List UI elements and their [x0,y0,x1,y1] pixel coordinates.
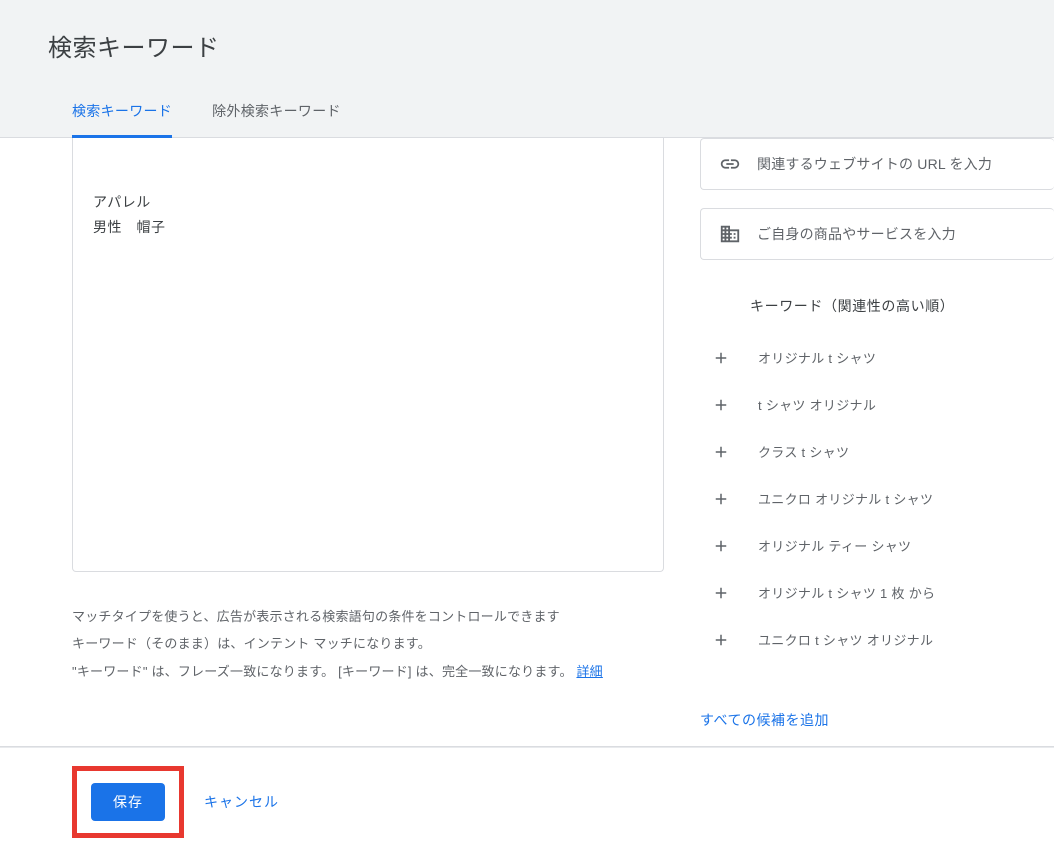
right-column: 関連するウェブサイトの URL を入力 ご自身の商品やサービスを入力 キーワード… [700,138,1054,746]
url-input-placeholder: 関連するウェブサイトの URL を入力 [757,154,992,174]
tabs: 検索キーワード 除外検索キーワード [0,73,1054,138]
save-button[interactable]: 保存 [91,783,165,821]
suggestion-item[interactable]: オリジナル t シャツ 1 枚 から [700,569,1054,616]
suggestion-item[interactable]: オリジナル ティー シャツ [700,522,1054,569]
plus-icon [712,349,730,367]
save-highlight: 保存 [72,766,184,838]
help-line-3: "キーワード" は、フレーズ一致になります。 [キーワード] は、完全一致になり… [72,664,573,679]
product-input-placeholder: ご自身の商品やサービスを入力 [757,224,956,244]
plus-icon [712,443,730,461]
plus-icon [712,631,730,649]
suggestion-label: クラス t シャツ [758,442,849,461]
suggestion-item[interactable]: ユニクロ オリジナル t シャツ [700,475,1054,522]
link-icon [719,153,741,175]
page-header: 検索キーワード [0,0,1054,73]
help-link[interactable]: 詳細 [576,658,602,685]
product-input-row[interactable]: ご自身の商品やサービスを入力 [700,208,1054,260]
plus-icon [712,490,730,508]
plus-icon [712,584,730,602]
tab-search-keywords[interactable]: 検索キーワード [72,101,172,138]
domain-icon [719,223,741,245]
add-all-link[interactable]: すべての候補を追加 [700,690,1054,746]
suggestion-item[interactable]: ユニクロ t シャツ オリジナル [700,616,1054,663]
footer: 保存 キャンセル [0,747,1054,862]
suggestion-item[interactable]: クラス t シャツ [700,428,1054,475]
cancel-button[interactable]: キャンセル [204,792,279,812]
suggestion-label: オリジナル t シャツ [758,348,876,367]
keywords-textarea[interactable] [72,138,664,572]
suggestion-list: オリジナル t シャツ t シャツ オリジナルクラス t シャツユニクロ オリジナ… [700,334,1054,690]
left-column: マッチタイプを使うと、広告が表示される検索語句の条件をコントロールできます キー… [0,138,680,746]
suggestion-item[interactable]: オリジナル t シャツ [700,334,1054,381]
suggestion-item[interactable]: t シャツ オリジナル [700,381,1054,428]
page-title: 検索キーワード [48,28,1006,63]
suggestions-title: キーワード（関連性の高い順） [700,278,1054,334]
help-text: マッチタイプを使うと、広告が表示される検索語句の条件をコントロールできます キー… [72,603,664,685]
content-panel: マッチタイプを使うと、広告が表示される検索語句の条件をコントロールできます キー… [0,137,1054,747]
url-input-row[interactable]: 関連するウェブサイトの URL を入力 [700,138,1054,190]
tab-negative-keywords[interactable]: 除外検索キーワード [212,101,341,138]
plus-icon [712,537,730,555]
help-line-1: マッチタイプを使うと、広告が表示される検索語句の条件をコントロールできます [72,603,664,630]
suggestion-label: ユニクロ t シャツ オリジナル [758,630,933,649]
suggestion-label: ユニクロ オリジナル t シャツ [758,489,933,508]
suggestion-label: t シャツ オリジナル [758,395,876,414]
suggestion-label: オリジナル t シャツ 1 枚 から [758,583,935,602]
suggestion-label: オリジナル ティー シャツ [758,536,911,555]
plus-icon [712,396,730,414]
help-line-2: キーワード（そのまま）は、インテント マッチになります。 [72,630,664,657]
